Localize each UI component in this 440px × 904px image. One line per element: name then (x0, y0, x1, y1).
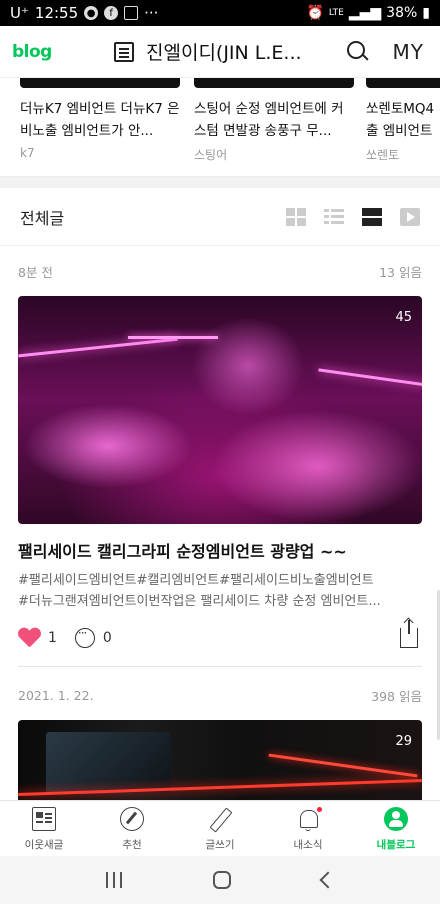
share-icon[interactable] (400, 620, 418, 648)
grid-view-icon[interactable] (286, 207, 306, 226)
unread-dot (317, 807, 322, 812)
recent-apps-icon[interactable] (105, 872, 122, 888)
network-label: LTE (328, 8, 344, 18)
card-tag: 쏘렌토 (366, 148, 400, 162)
nav-label: 글쓰기 (205, 839, 235, 851)
card-thumbnail (366, 78, 440, 88)
more-notifications: ··· (144, 4, 159, 22)
photo-count-badge: 29 (395, 734, 412, 749)
pen-icon (208, 807, 232, 831)
nav-notifications[interactable]: 내소식 (264, 801, 352, 856)
all-posts-header: 전체글 (0, 188, 440, 246)
card-title: 더뉴K7 엠비언트 더뉴K7 은 비노출 엠비언트가 안... (20, 101, 180, 139)
battery-icon: ▮ (422, 5, 430, 21)
photo-count-badge: 45 (395, 310, 412, 325)
status-bar: U⁺ 12:55 ● f ··· ⏰ LTE ▂▄▆ 38% ▮ (0, 0, 440, 26)
card-title: 스팅어 순정 엠비언트에 커스텀 면발광 송풍구 무... (194, 101, 344, 139)
comment-icon[interactable] (74, 626, 95, 648)
heart-icon[interactable] (18, 628, 40, 648)
post-summary-line: #팰리세이드엠비언트#캘리엠비언트#팰리세이드비노출엠비언트 (18, 573, 374, 588)
post-list-icon[interactable] (114, 41, 134, 62)
section-divider (0, 176, 440, 188)
post-card[interactable]: 8분 전 13 읽음 45 팰리세이드 캘리그라피 순정엠비언트 광량업 ~~ … (18, 246, 422, 660)
like-count: 1 (48, 630, 57, 646)
card-tag: 스팅어 (194, 148, 228, 162)
app-header: blog 진엘이디(JIN L.E... MY (0, 26, 440, 78)
nav-neighbor-posts[interactable]: 이웃새글 (0, 801, 88, 856)
video-view-icon[interactable] (400, 207, 420, 226)
post-time: 8분 전 (18, 264, 53, 280)
ambient-light-strip (318, 368, 422, 387)
talk-icon: ● (84, 6, 99, 20)
bottom-navigation: 이웃새글 추천 글쓰기 내소식 내블로그 (0, 800, 440, 856)
ambient-light-strip (128, 336, 218, 339)
post-read-count: 13 읽음 (379, 264, 422, 280)
feed-icon (32, 807, 56, 831)
alarm-icon: ⏰ (306, 5, 324, 21)
carousel-card[interactable]: 쏘렌토MQ4 출 엠비언트 쏘렌토 (366, 78, 440, 163)
card-view-icon[interactable] (362, 207, 382, 226)
dashboard-screen (46, 732, 170, 794)
list-view-icon[interactable] (324, 207, 344, 226)
carousel-card[interactable]: 더뉴K7 엠비언트 더뉴K7 은 비노출 엠비언트가 안... k7 (20, 78, 180, 160)
home-icon[interactable] (212, 871, 231, 889)
battery-level: 38% (386, 5, 418, 21)
nav-label: 내블로그 (376, 839, 416, 851)
related-posts-carousel[interactable]: 더뉴K7 엠비언트 더뉴K7 은 비노출 엠비언트가 안... k7 스팅어 순… (0, 78, 440, 176)
nav-label: 내소식 (293, 839, 323, 851)
carousel-card[interactable]: 스팅어 순정 엠비언트에 커스텀 면발광 송풍구 무... 스팅어 (194, 78, 354, 163)
nav-label: 이웃새글 (24, 839, 64, 851)
compass-icon (120, 807, 144, 831)
ambient-light-strip (18, 337, 178, 358)
nav-recommend[interactable]: 추천 (88, 801, 176, 856)
card-tag: k7 (20, 146, 35, 160)
section-title: 전체글 (20, 208, 65, 228)
my-button[interactable]: MY (393, 40, 424, 64)
post-image[interactable]: 45 (18, 296, 422, 524)
post-actions: 1 0 (18, 616, 422, 660)
nav-write[interactable]: 글쓰기 (176, 801, 264, 856)
carrier-label: U⁺ (10, 4, 29, 22)
search-icon[interactable] (346, 40, 369, 63)
facebook-icon: f (104, 6, 119, 20)
gallery-icon (124, 6, 139, 20)
post-divider (18, 666, 422, 667)
signal-icon: ▂▄▆ (348, 5, 382, 21)
post-title[interactable]: 팰리세이드 캘리그라피 순정엠비언트 광량업 ~~ (18, 540, 422, 564)
post-meta: 2021. 1. 22. 398 읽음 (18, 670, 422, 720)
card-thumbnail (20, 78, 180, 88)
blog-title[interactable]: 진엘이디(JIN L.E... (146, 38, 346, 65)
post-read-count: 398 읽음 (371, 688, 422, 704)
nav-label: 추천 (122, 839, 142, 851)
post-card[interactable]: 2021. 1. 22. 398 읽음 29 (18, 670, 422, 810)
post-summary-line: #더뉴그랜져엠비언트이번작업은 팰리세이드 차량 순정 엠비언트... (18, 594, 381, 609)
bell-icon (296, 807, 322, 831)
system-navigation-bar (0, 856, 440, 904)
blog-logo[interactable]: blog (12, 42, 68, 62)
clock: 12:55 (34, 4, 79, 22)
post-image[interactable]: 29 (18, 720, 422, 810)
post-meta: 8분 전 13 읽음 (18, 246, 422, 296)
post-time: 2021. 1. 22. (18, 687, 94, 703)
comment-count: 0 (102, 630, 112, 646)
profile-icon (384, 807, 408, 831)
nav-my-blog[interactable]: 내블로그 (352, 801, 440, 856)
ambient-light-strip (268, 753, 418, 778)
view-mode-switcher (286, 207, 420, 226)
card-title: 쏘렌토MQ4 출 엠비언트 (366, 101, 435, 139)
back-icon[interactable] (319, 871, 337, 889)
card-thumbnail (194, 78, 354, 88)
